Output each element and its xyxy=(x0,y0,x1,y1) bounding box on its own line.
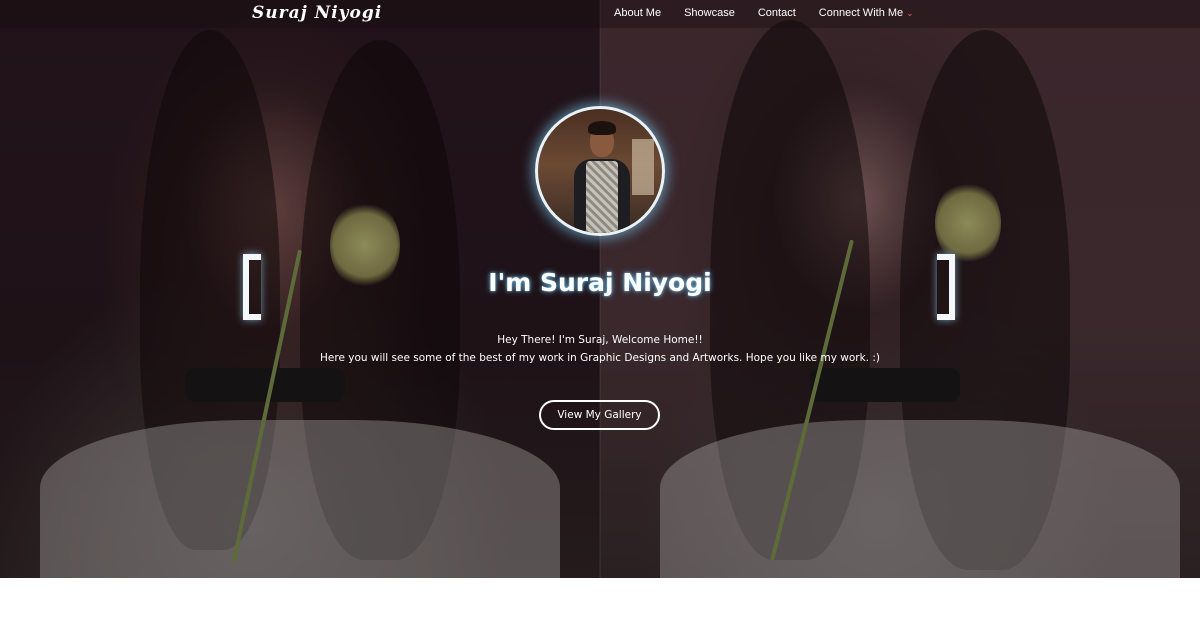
nav-contact[interactable]: Contact xyxy=(758,7,796,19)
hero-headline: I'm Suraj Niyogi xyxy=(488,268,712,297)
intro-description: Here you will see some of the best of my… xyxy=(320,352,880,364)
view-gallery-button[interactable]: View My Gallery xyxy=(539,400,660,430)
intro-greeting: Hey There! I'm Suraj, Welcome Home!! xyxy=(497,334,703,346)
chevron-down-icon: ⌄ xyxy=(906,8,914,18)
nav-connect-label: Connect With Me xyxy=(818,7,904,19)
navbar: Suraj Niyogi About Me Showcase Contact C… xyxy=(0,0,1200,28)
nav-about-me[interactable]: About Me xyxy=(614,7,661,19)
nav-showcase[interactable]: Showcase xyxy=(684,7,735,19)
profile-avatar xyxy=(535,106,665,236)
nav-links: About Me Showcase Contact Connect With M… xyxy=(614,7,937,19)
brand-logo[interactable]: Suraj Niyogi xyxy=(252,3,382,23)
nav-connect-with-me[interactable]: Connect With Me ⌄ xyxy=(819,7,914,19)
page-content-area xyxy=(0,578,1200,630)
